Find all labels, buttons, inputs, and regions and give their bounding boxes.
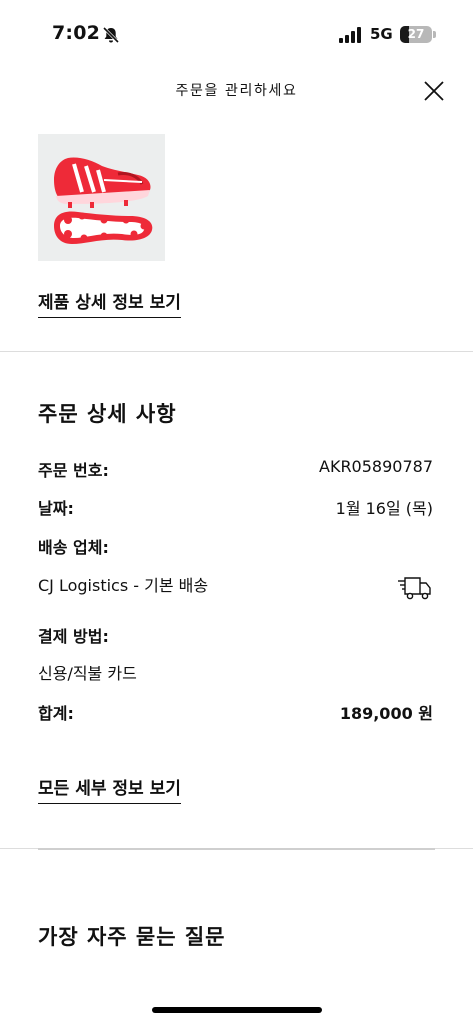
delivery-truck-icon: [398, 577, 431, 600]
divider: [0, 351, 473, 352]
close-icon[interactable]: [422, 79, 446, 103]
date-label: 날짜:: [38, 499, 74, 518]
divider-accent: [38, 848, 435, 850]
order-number-value: AKR05890787: [319, 457, 433, 476]
signal-icon: [339, 27, 361, 43]
status-time: 7:02: [52, 22, 101, 44]
home-indicator[interactable]: [152, 1007, 322, 1013]
network-label: 5G: [370, 25, 393, 43]
total-value: 189,000 원: [339, 704, 433, 723]
faq-title: 가장 자주 묻는 질문: [38, 925, 226, 949]
modal-header: 주문을 관리하세요: [0, 70, 473, 114]
total-label: 합계:: [38, 704, 74, 723]
carrier-label: 배송 업체:: [38, 538, 109, 557]
battery-cap: [433, 31, 436, 38]
order-details-title: 주문 상세 사항: [38, 402, 177, 426]
date-value: 1월 16일 (목): [335, 499, 433, 518]
status-bar: 7:02 5G 27: [0, 0, 473, 70]
bell-slash-icon: [102, 26, 120, 44]
payment-label: 결제 방법:: [38, 627, 109, 646]
carrier-value: CJ Logistics - 기본 배송: [38, 576, 209, 595]
shoe-image: [54, 157, 153, 244]
order-number-label: 주문 번호:: [38, 461, 109, 480]
product-details-link[interactable]: 제품 상세 정보 보기: [38, 288, 181, 318]
battery-icon: 27: [400, 26, 432, 43]
product-image[interactable]: [38, 134, 165, 261]
battery-percent: 27: [407, 27, 425, 41]
payment-value: 신용/직불 카드: [38, 664, 137, 683]
modal-title: 주문을 관리하세요: [175, 83, 298, 99]
all-details-link[interactable]: 모든 세부 정보 보기: [38, 774, 181, 804]
